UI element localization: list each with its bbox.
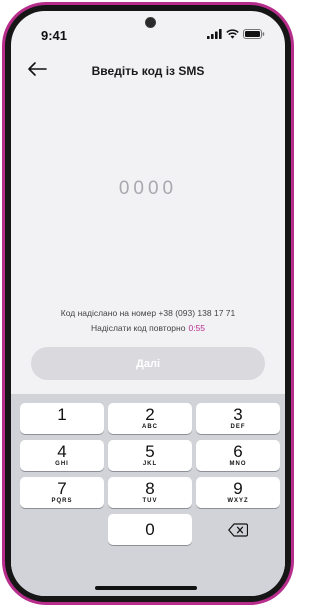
- next-button[interactable]: Далі: [31, 347, 265, 380]
- backspace-icon: [228, 522, 248, 537]
- header: Введіть код із SMS: [11, 55, 285, 85]
- phone-frame: 9:41 Введіть код із SMS 0000 Код надісла…: [2, 2, 294, 605]
- resend-timer: 0:55: [188, 323, 206, 333]
- key-8[interactable]: 8 TUV: [108, 477, 192, 508]
- key-letters: TUV: [142, 498, 158, 504]
- page-title: Введіть код із SMS: [91, 64, 205, 78]
- battery-icon: [243, 29, 265, 39]
- key-letters: ABC: [142, 424, 158, 430]
- key-digit: 0: [145, 520, 155, 539]
- key-letters: MNO: [229, 461, 247, 467]
- key-9[interactable]: 9 WXYZ: [196, 477, 280, 508]
- key-letters: JKL: [142, 461, 158, 467]
- key-1[interactable]: 1: [20, 403, 104, 434]
- wifi-icon: [226, 29, 239, 39]
- key-letters: PQRS: [51, 498, 73, 504]
- key-3[interactable]: 3 DEF: [196, 403, 280, 434]
- home-indicator: [95, 586, 197, 590]
- resend-label: Надіслати код повторно: [90, 323, 186, 333]
- key-6[interactable]: 6 MNO: [196, 440, 280, 471]
- status-time: 9:41: [41, 28, 68, 43]
- resend-row: Надіслати код повторно 0:55: [11, 323, 285, 333]
- key-7[interactable]: 7 PQRS: [20, 477, 104, 508]
- key-digit: 5: [145, 442, 155, 461]
- status-icons: [207, 29, 265, 39]
- signal-icon: [207, 29, 222, 39]
- key-4[interactable]: 4 GHI: [20, 440, 104, 471]
- key-digit: 3: [233, 405, 243, 424]
- backspace-button[interactable]: [196, 514, 280, 545]
- key-digit: 1: [57, 405, 67, 424]
- key-5[interactable]: 5 JKL: [108, 440, 192, 471]
- key-digit: 2: [145, 405, 155, 424]
- key-digit: 8: [145, 479, 155, 498]
- status-bar: 9:41: [11, 11, 285, 47]
- phone-bezel: 9:41 Введіть код із SMS 0000 Код надісла…: [5, 5, 291, 602]
- key-letters: WXYZ: [227, 498, 249, 504]
- key-digit: 6: [233, 442, 243, 461]
- key-digit: 7: [57, 479, 67, 498]
- numeric-keypad: 1 2 ABC 3 DEF 4 GHI 5 JKL 6 MNO 7 PQRS 8…: [11, 394, 285, 596]
- key-digit: 4: [57, 442, 67, 461]
- sms-code-input[interactable]: 0000: [11, 178, 285, 200]
- code-sent-info: Код надіслано на номер +38 (093) 138 17 …: [60, 308, 236, 318]
- key-letters: DEF: [230, 424, 246, 430]
- key-letters: GHI: [55, 461, 69, 467]
- key-0[interactable]: 0: [108, 514, 192, 545]
- key-digit: 9: [233, 479, 243, 498]
- key-2[interactable]: 2 ABC: [108, 403, 192, 434]
- phone-screen: 9:41 Введіть код із SMS 0000 Код надісла…: [11, 11, 285, 596]
